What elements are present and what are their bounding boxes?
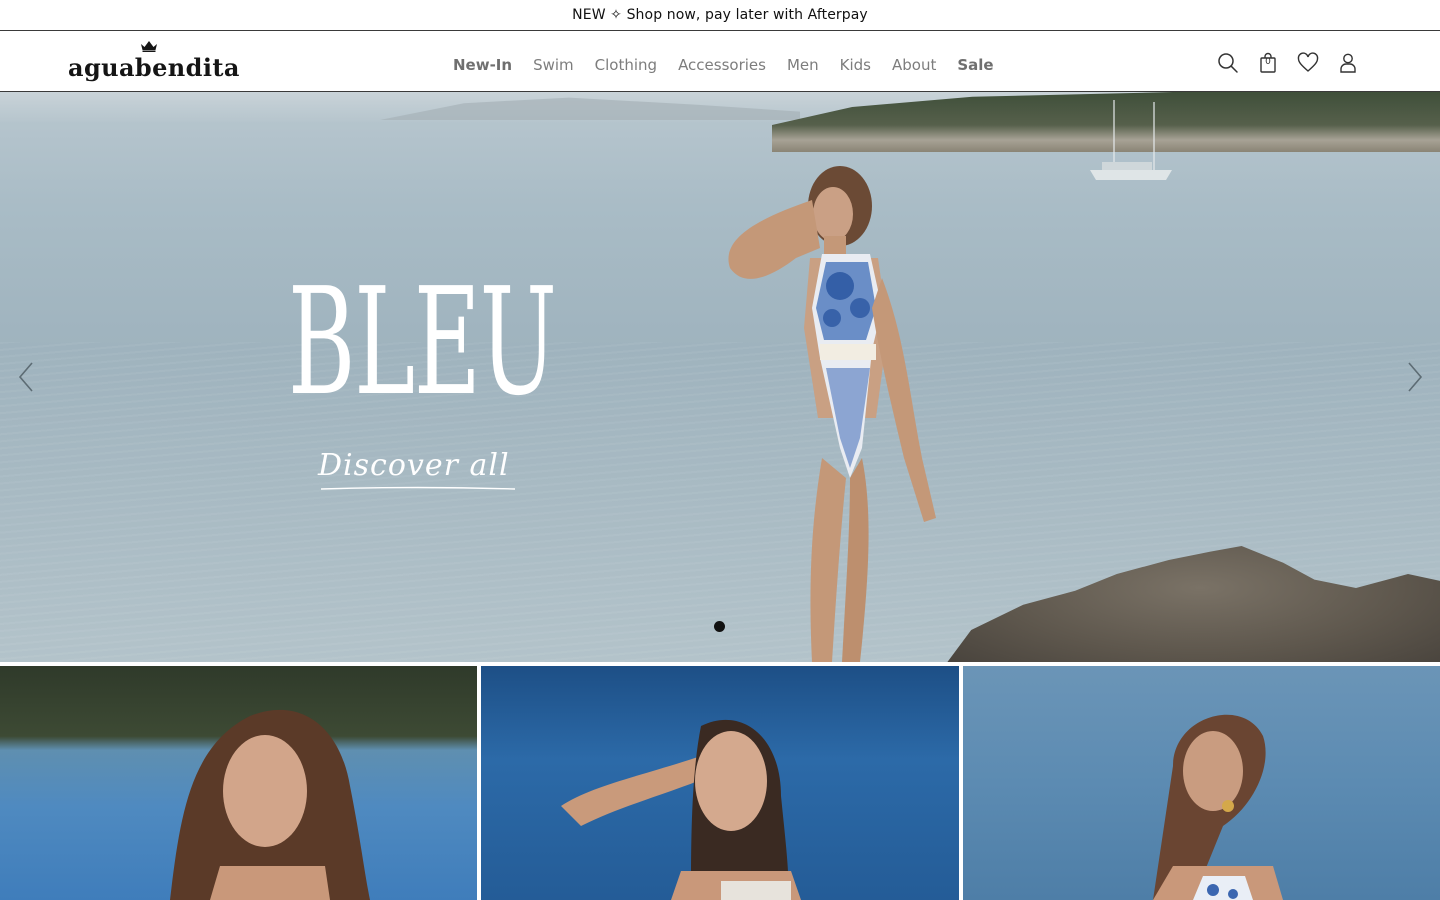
product-tile-3[interactable] xyxy=(963,666,1440,900)
brand-logo[interactable]: aguabendita xyxy=(68,39,239,85)
nav-about[interactable]: About xyxy=(892,56,936,74)
model-image xyxy=(728,166,936,662)
logo-text: aguabendita xyxy=(68,53,240,82)
main-nav: New-In Swim Clothing Accessories Men Kid… xyxy=(453,53,994,77)
cta-underline xyxy=(320,486,516,490)
nav-swim[interactable]: Swim xyxy=(533,56,574,74)
product-tile-2[interactable] xyxy=(481,666,959,900)
announcement-bar[interactable]: NEW ✧ Shop now, pay later with Afterpay xyxy=(0,0,1440,31)
carousel-prev-button[interactable] xyxy=(14,360,38,394)
hero-carousel[interactable]: BLEU Discover all xyxy=(0,92,1440,662)
chevron-left-icon xyxy=(18,362,33,392)
account-button[interactable] xyxy=(1336,51,1360,75)
nav-kids[interactable]: Kids xyxy=(840,56,871,74)
bag-button[interactable]: 0 xyxy=(1256,51,1280,75)
header-icons: 0 xyxy=(1216,51,1360,75)
model-image-3 xyxy=(1153,714,1283,900)
nav-men[interactable]: Men xyxy=(787,56,819,74)
carousel-next-button[interactable] xyxy=(1403,360,1427,394)
carousel-dot-active[interactable] xyxy=(714,621,725,632)
hero-title[interactable]: BLEU xyxy=(288,262,557,422)
site-header: aguabendita New-In Swim Clothing Accesso… xyxy=(0,31,1440,92)
nav-sale[interactable]: Sale xyxy=(957,56,993,74)
featured-tiles xyxy=(0,666,1440,900)
user-icon xyxy=(1340,53,1356,73)
nav-accessories[interactable]: Accessories xyxy=(678,56,766,74)
wishlist-button[interactable] xyxy=(1296,51,1320,75)
search-icon xyxy=(1218,53,1238,73)
carousel-dots xyxy=(714,621,725,632)
bag-count: 0 xyxy=(1265,57,1271,67)
nav-clothing[interactable]: Clothing xyxy=(595,56,657,74)
crown-icon xyxy=(141,41,157,52)
announcement-text[interactable]: NEW ✧ Shop now, pay later with Afterpay xyxy=(572,7,868,23)
sailboat-illustration xyxy=(1090,100,1172,180)
model-image-2 xyxy=(561,719,801,900)
model-image-1 xyxy=(170,709,370,900)
heart-icon xyxy=(1297,52,1319,72)
nav-new-in[interactable]: New-In xyxy=(453,56,512,74)
search-button[interactable] xyxy=(1216,51,1240,75)
discover-all-link[interactable]: Discover all xyxy=(318,448,510,483)
product-tile-1[interactable] xyxy=(0,666,477,900)
chevron-right-icon xyxy=(1408,362,1423,392)
